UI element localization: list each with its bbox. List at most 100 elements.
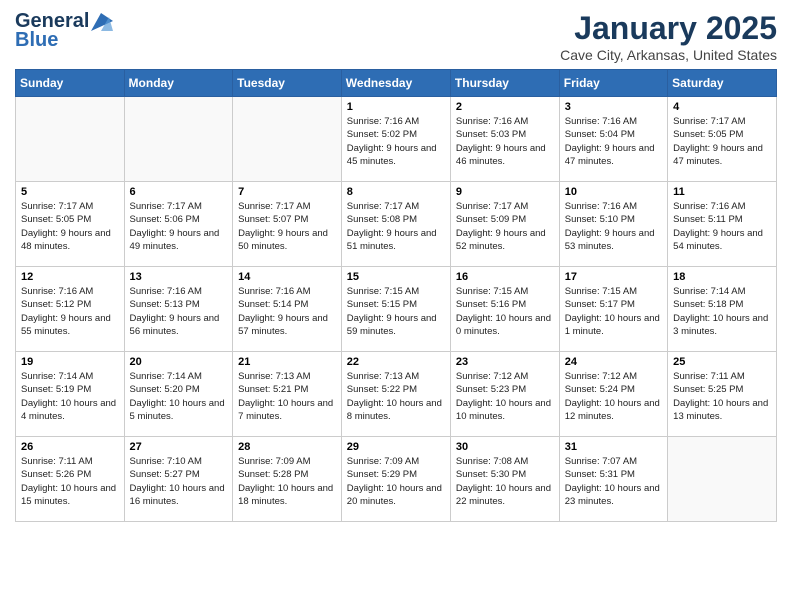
- calendar-cell: 14 Sunrise: 7:16 AM Sunset: 5:14 PM Dayli…: [233, 267, 342, 352]
- day-info: Sunrise: 7:16 AM Sunset: 5:03 PM Dayligh…: [456, 115, 554, 168]
- calendar-cell: 15Sunrise: 7:15 AM Sunset: 5:15 PM Dayli…: [341, 267, 450, 352]
- day-info: Sunrise: 7:11 AM Sunset: 5:25 PM Dayligh…: [673, 370, 771, 423]
- weekday-header-sunday: Sunday: [16, 70, 125, 97]
- calendar-cell: 23Sunrise: 7:12 AM Sunset: 5:23 PM Dayli…: [450, 352, 559, 437]
- day-number: 22: [347, 356, 445, 368]
- calendar-cell: 25 Sunrise: 7:11 AM Sunset: 5:25 PM Dayli…: [668, 352, 777, 437]
- calendar-cell: 30 Sunrise: 7:08 AM Sunset: 5:30 PM Dayli…: [450, 437, 559, 522]
- calendar-cell: 2Sunrise: 7:16 AM Sunset: 5:03 PM Daylig…: [450, 97, 559, 182]
- week-row-1: 1 Sunrise: 7:16 AM Sunset: 5:02 PM Daylig…: [16, 97, 777, 182]
- calendar-cell: [16, 97, 125, 182]
- weekday-header-tuesday: Tuesday: [233, 70, 342, 97]
- day-info: Sunrise: 7:11 AM Sunset: 5:26 PM Dayligh…: [21, 455, 119, 508]
- calendar-cell: 11 Sunrise: 7:16 AM Sunset: 5:11 PM Dayli…: [668, 182, 777, 267]
- calendar-cell: 24 Sunrise: 7:12 AM Sunset: 5:24 PM Dayli…: [559, 352, 667, 437]
- day-info: Sunrise: 7:07 AM Sunset: 5:31 PM Dayligh…: [565, 455, 662, 508]
- week-row-2: 5 Sunrise: 7:17 AM Sunset: 5:05 PM Daylig…: [16, 182, 777, 267]
- day-info: Sunrise: 7:16 AM Sunset: 5:10 PM Dayligh…: [565, 200, 662, 253]
- day-number: 14: [238, 271, 336, 283]
- day-number: 8: [347, 186, 445, 198]
- calendar-cell: [233, 97, 342, 182]
- day-info: Sunrise: 7:16 AM Sunset: 5:12 PM Dayligh…: [21, 285, 119, 338]
- logo: General Blue: [15, 10, 113, 52]
- week-row-5: 26 Sunrise: 7:11 AM Sunset: 5:26 PM Dayli…: [16, 437, 777, 522]
- day-number: 20: [130, 356, 228, 368]
- calendar-cell: 10Sunrise: 7:16 AM Sunset: 5:10 PM Dayli…: [559, 182, 667, 267]
- day-number: 3: [565, 101, 662, 113]
- weekday-header-thursday: Thursday: [450, 70, 559, 97]
- calendar-cell: 31 Sunrise: 7:07 AM Sunset: 5:31 PM Dayli…: [559, 437, 667, 522]
- day-info: Sunrise: 7:13 AM Sunset: 5:22 PM Dayligh…: [347, 370, 445, 423]
- calendar-cell: [668, 437, 777, 522]
- calendar-cell: 26 Sunrise: 7:11 AM Sunset: 5:26 PM Dayli…: [16, 437, 125, 522]
- day-number: 21: [238, 356, 336, 368]
- day-number: 5: [21, 186, 119, 198]
- day-number: 12: [21, 271, 119, 283]
- day-info: Sunrise: 7:17 AM Sunset: 5:09 PM Dayligh…: [456, 200, 554, 253]
- calendar-cell: 18Sunrise: 7:14 AM Sunset: 5:18 PM Dayli…: [668, 267, 777, 352]
- day-info: Sunrise: 7:16 AM Sunset: 5:11 PM Dayligh…: [673, 200, 771, 253]
- calendar-cell: 4Sunrise: 7:17 AM Sunset: 5:05 PM Daylig…: [668, 97, 777, 182]
- day-info: Sunrise: 7:13 AM Sunset: 5:21 PM Dayligh…: [238, 370, 336, 423]
- calendar-cell: 17 Sunrise: 7:15 AM Sunset: 5:17 PM Dayli…: [559, 267, 667, 352]
- calendar-cell: 12 Sunrise: 7:16 AM Sunset: 5:12 PM Dayli…: [16, 267, 125, 352]
- day-number: 28: [238, 441, 336, 453]
- day-number: 25: [673, 356, 771, 368]
- day-number: 17: [565, 271, 662, 283]
- day-info: Sunrise: 7:16 AM Sunset: 5:13 PM Dayligh…: [130, 285, 228, 338]
- calendar-cell: 3 Sunrise: 7:16 AM Sunset: 5:04 PM Daylig…: [559, 97, 667, 182]
- day-info: Sunrise: 7:17 AM Sunset: 5:08 PM Dayligh…: [347, 200, 445, 253]
- calendar-cell: 16 Sunrise: 7:15 AM Sunset: 5:16 PM Dayli…: [450, 267, 559, 352]
- calendar-cell: 13Sunrise: 7:16 AM Sunset: 5:13 PM Dayli…: [124, 267, 233, 352]
- day-number: 30: [456, 441, 554, 453]
- page-header: General Blue January 2025 Cave City, Ark…: [15, 10, 777, 63]
- logo-icon: [91, 13, 113, 31]
- month-title: January 2025: [560, 10, 777, 47]
- day-number: 24: [565, 356, 662, 368]
- logo-blue: Blue: [15, 29, 58, 52]
- day-number: 29: [347, 441, 445, 453]
- calendar-cell: 28Sunrise: 7:09 AM Sunset: 5:28 PM Dayli…: [233, 437, 342, 522]
- calendar-cell: 27Sunrise: 7:10 AM Sunset: 5:27 PM Dayli…: [124, 437, 233, 522]
- day-number: 23: [456, 356, 554, 368]
- location: Cave City, Arkansas, United States: [560, 47, 777, 63]
- title-area: January 2025 Cave City, Arkansas, United…: [560, 10, 777, 63]
- day-number: 11: [673, 186, 771, 198]
- day-number: 4: [673, 101, 771, 113]
- calendar-cell: 20Sunrise: 7:14 AM Sunset: 5:20 PM Dayli…: [124, 352, 233, 437]
- day-info: Sunrise: 7:08 AM Sunset: 5:30 PM Dayligh…: [456, 455, 554, 508]
- day-number: 9: [456, 186, 554, 198]
- weekday-header-row: SundayMondayTuesdayWednesdayThursdayFrid…: [16, 70, 777, 97]
- calendar-table: SundayMondayTuesdayWednesdayThursdayFrid…: [15, 69, 777, 522]
- day-number: 6: [130, 186, 228, 198]
- day-info: Sunrise: 7:15 AM Sunset: 5:16 PM Dayligh…: [456, 285, 554, 338]
- day-number: 16: [456, 271, 554, 283]
- day-info: Sunrise: 7:16 AM Sunset: 5:02 PM Dayligh…: [347, 115, 445, 168]
- calendar-cell: 7Sunrise: 7:17 AM Sunset: 5:07 PM Daylig…: [233, 182, 342, 267]
- calendar-cell: 1 Sunrise: 7:16 AM Sunset: 5:02 PM Daylig…: [341, 97, 450, 182]
- calendar-cell: 19Sunrise: 7:14 AM Sunset: 5:19 PM Dayli…: [16, 352, 125, 437]
- day-number: 7: [238, 186, 336, 198]
- calendar-cell: 8 Sunrise: 7:17 AM Sunset: 5:08 PM Daylig…: [341, 182, 450, 267]
- day-number: 1: [347, 101, 445, 113]
- day-info: Sunrise: 7:15 AM Sunset: 5:17 PM Dayligh…: [565, 285, 662, 338]
- calendar-cell: 21 Sunrise: 7:13 AM Sunset: 5:21 PM Dayli…: [233, 352, 342, 437]
- weekday-header-friday: Friday: [559, 70, 667, 97]
- day-number: 31: [565, 441, 662, 453]
- day-info: Sunrise: 7:16 AM Sunset: 5:14 PM Dayligh…: [238, 285, 336, 338]
- day-number: 18: [673, 271, 771, 283]
- day-info: Sunrise: 7:15 AM Sunset: 5:15 PM Dayligh…: [347, 285, 445, 338]
- day-info: Sunrise: 7:16 AM Sunset: 5:04 PM Dayligh…: [565, 115, 662, 168]
- day-number: 26: [21, 441, 119, 453]
- calendar-cell: 6 Sunrise: 7:17 AM Sunset: 5:06 PM Daylig…: [124, 182, 233, 267]
- calendar-cell: [124, 97, 233, 182]
- calendar-cell: 5 Sunrise: 7:17 AM Sunset: 5:05 PM Daylig…: [16, 182, 125, 267]
- week-row-4: 19Sunrise: 7:14 AM Sunset: 5:19 PM Dayli…: [16, 352, 777, 437]
- calendar-cell: 22 Sunrise: 7:13 AM Sunset: 5:22 PM Dayli…: [341, 352, 450, 437]
- day-info: Sunrise: 7:17 AM Sunset: 5:05 PM Dayligh…: [21, 200, 119, 253]
- day-info: Sunrise: 7:12 AM Sunset: 5:24 PM Dayligh…: [565, 370, 662, 423]
- day-info: Sunrise: 7:17 AM Sunset: 5:06 PM Dayligh…: [130, 200, 228, 253]
- day-info: Sunrise: 7:10 AM Sunset: 5:27 PM Dayligh…: [130, 455, 228, 508]
- calendar-cell: 9 Sunrise: 7:17 AM Sunset: 5:09 PM Daylig…: [450, 182, 559, 267]
- calendar-cell: 29Sunrise: 7:09 AM Sunset: 5:29 PM Dayli…: [341, 437, 450, 522]
